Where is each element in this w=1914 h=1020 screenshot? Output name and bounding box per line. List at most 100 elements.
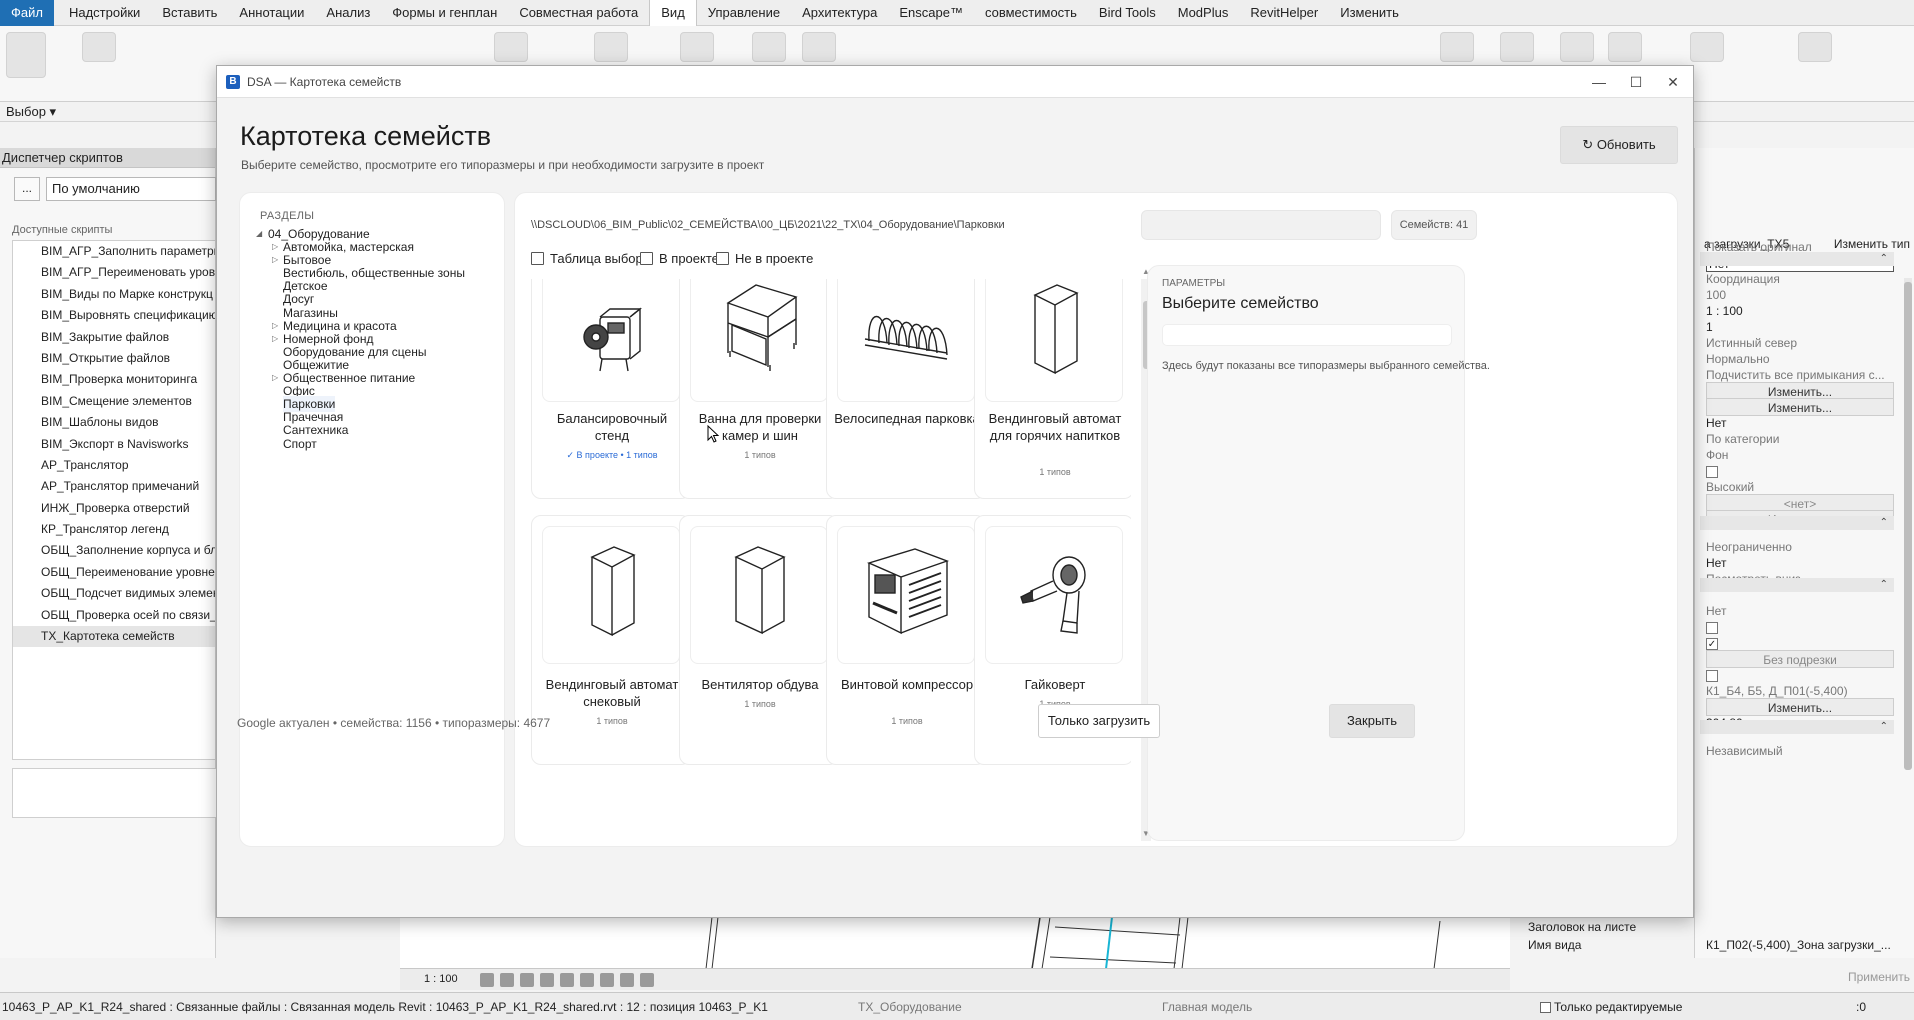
ribbon-tab[interactable]: Надстройки	[58, 0, 151, 26]
checkbox-icon[interactable]: ✓	[1706, 637, 1718, 650]
family-card[interactable]: Винтовой компрессор 1 типов	[826, 515, 986, 765]
filter-table[interactable]: Таблица выбора	[531, 251, 650, 266]
ribbon-tab[interactable]: Анализ	[315, 0, 381, 26]
ribbon-tab[interactable]: RevitHelper	[1239, 0, 1329, 26]
script-list-item[interactable]: BIM_Шаблоны видов	[13, 412, 215, 433]
maximize-icon[interactable]: ☐	[1621, 70, 1651, 94]
editable-only-toggle[interactable]: Только редактируемые	[1540, 1000, 1682, 1014]
close-button[interactable]: Закрыть	[1329, 704, 1415, 738]
tree-expand-icon[interactable]: ▷	[272, 331, 282, 347]
filter-not-in-project[interactable]: Не в проекте	[716, 251, 813, 266]
script-list-item[interactable]: ОБЩ_Переименование уровне	[13, 562, 215, 583]
selection-filter-count[interactable]: :0	[1856, 1000, 1866, 1014]
script-list-item[interactable]: АР_Транслятор	[13, 455, 215, 476]
reveal-hidden-icon[interactable]	[620, 973, 634, 987]
script-list-item[interactable]: BIM_АГР_Заполнить параметры	[13, 241, 215, 262]
ribbon-tab[interactable]: Формы и генплан	[381, 0, 508, 26]
close-hidden-icon[interactable]	[1500, 32, 1534, 62]
checkbox-icon[interactable]	[1706, 465, 1718, 478]
script-list-item[interactable]: BIM_Выровнять спецификацию	[13, 305, 215, 326]
theme-icon[interactable]	[1798, 32, 1832, 62]
script-list-item[interactable]: BIM_Закрытие файлов	[13, 327, 215, 348]
drawing-canvas[interactable]	[400, 916, 1510, 974]
ribbon-tab[interactable]: ModPlus	[1167, 0, 1240, 26]
view-scale[interactable]: 1 : 100	[424, 973, 458, 985]
tab-file[interactable]: Файл	[0, 0, 54, 26]
minimize-icon[interactable]: —	[1584, 70, 1614, 94]
schedule-icon[interactable]	[1560, 32, 1594, 62]
modify-tool-icon[interactable]	[6, 32, 46, 78]
family-card[interactable]: Вендинговый автомат для горячих напитков…	[974, 279, 1131, 499]
ribbon-tab[interactable]: Архитектура	[791, 0, 888, 26]
script-list-item[interactable]: BIM_Открытие файлов	[13, 348, 215, 369]
view-templates-icon[interactable]	[82, 32, 116, 62]
family-card[interactable]: Балансировочный стенд ✓ В проекте • 1 тип…	[531, 279, 691, 499]
view-name-value[interactable]: К1_П02(-5,400)_Зона загрузки_...	[1706, 938, 1891, 952]
family-card[interactable]: Вендинговый автомат снековый 1 типов	[531, 515, 691, 765]
collapse-section-icon[interactable]: ⌃	[1700, 252, 1894, 266]
tree-expand-icon[interactable]: ▷	[272, 370, 282, 386]
shadows-icon[interactable]	[540, 973, 554, 987]
show-crop-icon[interactable]	[580, 973, 594, 987]
filter-in-project-checkbox[interactable]	[640, 252, 653, 265]
active-workset[interactable]: ТХ_Оборудование	[858, 1000, 962, 1014]
temp-hide-icon[interactable]	[600, 973, 614, 987]
collapse-section-icon[interactable]: ⌃	[1700, 578, 1894, 592]
callout-icon[interactable]	[802, 32, 836, 62]
script-list-item[interactable]: ОБЩ_Заполнение корпуса и бл	[13, 540, 215, 561]
elevation-icon[interactable]	[752, 32, 786, 62]
ribbon-tab[interactable]: Enscape™	[888, 0, 974, 26]
collapse-section-icon[interactable]: ⌃	[1700, 720, 1894, 734]
ribbon-tab[interactable]: Аннотации	[228, 0, 315, 26]
analysis-icon[interactable]	[640, 973, 654, 987]
dispatcher-browse-button[interactable]: ...	[14, 177, 40, 201]
close-icon[interactable]: ✕	[1658, 70, 1688, 94]
section-icon[interactable]	[680, 32, 714, 62]
render-cloud-icon[interactable]	[594, 32, 628, 62]
script-list-item[interactable]: ОБЩ_Проверка осей по связи_	[13, 605, 215, 626]
user-interface-icon[interactable]	[1690, 32, 1724, 62]
visual-style-icon[interactable]	[500, 973, 514, 987]
load-only-button[interactable]: Только загрузить	[1038, 704, 1160, 738]
script-list-item[interactable]: КР_Транслятор легенд	[13, 519, 215, 540]
checkbox-icon[interactable]	[1706, 669, 1718, 682]
parameters-type-field[interactable]	[1162, 324, 1452, 346]
design-option[interactable]: Главная модель	[1162, 1000, 1252, 1014]
ribbon-tab[interactable]: Вставить	[151, 0, 228, 26]
render-icon[interactable]	[494, 32, 528, 62]
search-input[interactable]	[1141, 210, 1381, 240]
filter-not-in-project-checkbox[interactable]	[716, 252, 729, 265]
script-list-item[interactable]: BIM_Смещение элементов	[13, 391, 215, 412]
ribbon-tab[interactable]: совместимость	[974, 0, 1088, 26]
script-list-item[interactable]: BIM_Проверка мониторинга	[13, 369, 215, 390]
properties-scroll-thumb[interactable]	[1904, 282, 1912, 770]
family-card[interactable]: Вентилятор обдува 1 типов	[679, 515, 839, 765]
ribbon-tab[interactable]: Совместная работа	[508, 0, 649, 26]
ribbon-tab[interactable]: Bird Tools	[1088, 0, 1167, 26]
tile-views-icon[interactable]	[1608, 32, 1642, 62]
script-list-item[interactable]: BIM_АГР_Переименовать уровн	[13, 262, 215, 283]
tree-expand-icon[interactable]: ▷	[272, 252, 282, 268]
script-list-item[interactable]: ИНЖ_Проверка отверстий	[13, 498, 215, 519]
select-dropdown[interactable]: Выбор ▾	[6, 104, 56, 120]
script-list-item[interactable]: ТХ_Картотека семейств	[13, 626, 215, 648]
refresh-button[interactable]: ↻ Обновить	[1560, 126, 1678, 164]
sun-path-icon[interactable]	[520, 973, 534, 987]
script-list-item[interactable]: АР_Транслятор примечаний	[13, 476, 215, 497]
tree-item[interactable]: Спорт	[283, 436, 317, 452]
filter-in-project[interactable]: В проекте	[640, 251, 719, 266]
ribbon-tab[interactable]: Управление	[697, 0, 791, 26]
editable-only-checkbox[interactable]	[1540, 1002, 1551, 1014]
apply-button[interactable]: Применить	[1848, 970, 1910, 984]
filter-table-checkbox[interactable]	[531, 252, 544, 265]
family-card[interactable]: Велосипедная парковка	[826, 279, 986, 499]
profile-select[interactable]: По умолчанию	[46, 177, 216, 201]
family-card[interactable]: Ванна для проверки камер и шин 1 типов	[679, 279, 839, 499]
script-list-item[interactable]: BIM_Экспорт в Navisworks	[13, 434, 215, 455]
ribbon-tab[interactable]: Изменить	[1329, 0, 1410, 26]
tree-collapse-icon[interactable]: ◢	[256, 226, 266, 242]
sheet-icon[interactable]	[1440, 32, 1474, 62]
detail-level-icon[interactable]	[480, 973, 494, 987]
script-list-item[interactable]: BIM_Виды по Марке конструкц	[13, 284, 215, 305]
collapse-section-icon[interactable]: ⌃	[1700, 516, 1894, 530]
